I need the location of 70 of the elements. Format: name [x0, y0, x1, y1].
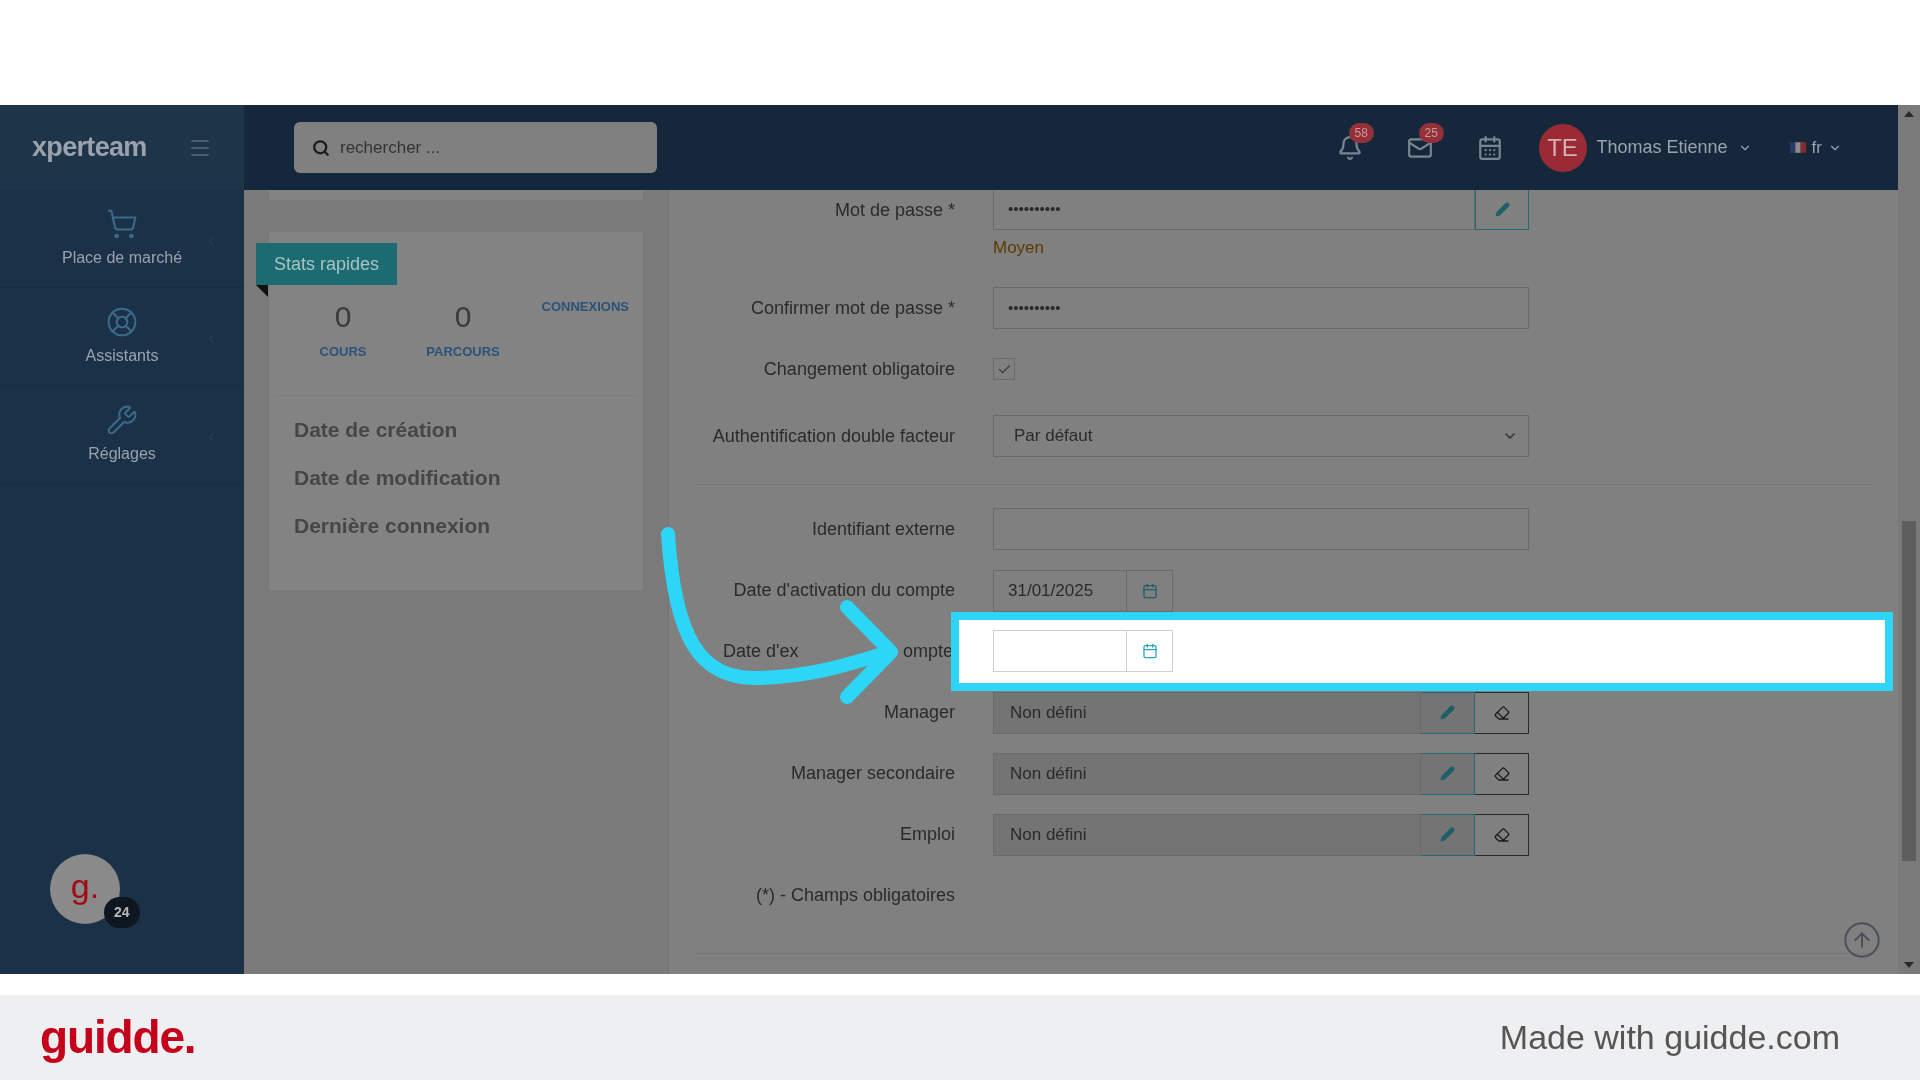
scroll-down-icon[interactable]: [1904, 962, 1914, 968]
edit-button[interactable]: [1421, 752, 1475, 795]
user-menu[interactable]: TE Thomas Etienne: [1538, 123, 1752, 172]
clear-button[interactable]: [1475, 813, 1529, 856]
search-icon: [312, 138, 330, 157]
brand-logo: guidde.: [40, 1010, 196, 1065]
field-label: Date d'ex: [723, 640, 799, 663]
date-info-label: Date de modification: [294, 465, 502, 491]
pencil-icon: [1440, 827, 1455, 842]
stats-ribbon: Stats rapides: [256, 243, 397, 285]
password-field[interactable]: ••••••••••: [993, 190, 1475, 230]
eraser-icon: [1493, 826, 1510, 843]
edit-button[interactable]: [1421, 691, 1475, 734]
field-label: Manager: [883, 701, 955, 724]
scrollbar[interactable]: [1898, 105, 1920, 974]
calendar-icon: [1141, 582, 1158, 599]
strength-label: Moyen: [993, 237, 1045, 260]
search-field[interactable]: rechercher ...: [294, 122, 657, 173]
logo[interactable]: xperteam: [32, 127, 147, 168]
date-field[interactable]: [993, 630, 1127, 672]
field-label: Emploi: [899, 823, 955, 846]
select-field[interactable]: Par défaut: [993, 415, 1529, 457]
scroll-top-icon[interactable]: [1842, 920, 1882, 960]
count-badge: 24: [104, 897, 140, 928]
date-info-label: Date de création: [294, 417, 459, 443]
cart-icon: [106, 207, 138, 240]
edit-button[interactable]: [1421, 813, 1475, 856]
stat-label: PARCOURS: [426, 343, 500, 361]
calendar-button[interactable]: [1127, 569, 1173, 612]
edit-button[interactable]: [1475, 190, 1529, 230]
field-label: ompte: [902, 640, 953, 663]
footer-text: Made with guidde.com: [1499, 1017, 1840, 1058]
field-label: Confirmer mot de passe *: [750, 296, 955, 320]
picker-field[interactable]: Non défini: [993, 691, 1421, 734]
wrench-icon: [106, 403, 138, 436]
count-badge: 58: [1348, 122, 1374, 143]
user-avatar: TE: [1538, 123, 1587, 172]
flag-icon: [1789, 142, 1806, 153]
pencil-icon: [1440, 705, 1455, 720]
calendar-icon: [1141, 643, 1158, 659]
required-note: (*) - Champs obligatoires: [755, 884, 955, 907]
field-label: Date d'activation du compte: [733, 579, 955, 602]
ribbon-fold: [256, 285, 268, 297]
field-label: Mot de passe *: [834, 198, 955, 222]
picker-field[interactable]: Non défini: [993, 752, 1421, 795]
field-label: Changement obligatoire: [763, 357, 955, 381]
checkbox[interactable]: [993, 358, 1015, 380]
count-badge: 25: [1418, 122, 1444, 143]
date-info-label: Dernière connexion: [294, 513, 492, 539]
scrollbar-thumb[interactable]: [1902, 521, 1916, 861]
picker-field[interactable]: Non défini: [993, 813, 1421, 856]
date-field[interactable]: 31/01/2025: [993, 569, 1127, 612]
stat-value: 0: [334, 302, 352, 332]
eraser-icon: [1493, 704, 1510, 721]
connexions-label: CONNEXIONS: [541, 298, 629, 316]
pencil-icon: [1494, 202, 1510, 217]
calendar-icon[interactable]: [1476, 134, 1503, 161]
pencil-icon: [1440, 766, 1455, 781]
stat-value: 0: [454, 302, 472, 332]
language-menu[interactable]: fr: [1789, 134, 1842, 161]
field-label: Manager secondaire: [790, 762, 955, 785]
clear-button[interactable]: [1475, 752, 1529, 795]
password-field[interactable]: ••••••••••: [993, 287, 1529, 329]
lifebuoy-icon: [106, 305, 138, 338]
eraser-icon: [1493, 765, 1510, 782]
field-label: Identifiant externe: [811, 517, 955, 541]
clear-button[interactable]: [1475, 691, 1529, 734]
stat-label: COURS: [319, 343, 367, 361]
field-label: Authentification double facteur: [712, 424, 955, 448]
scroll-up-icon[interactable]: [1904, 111, 1914, 117]
